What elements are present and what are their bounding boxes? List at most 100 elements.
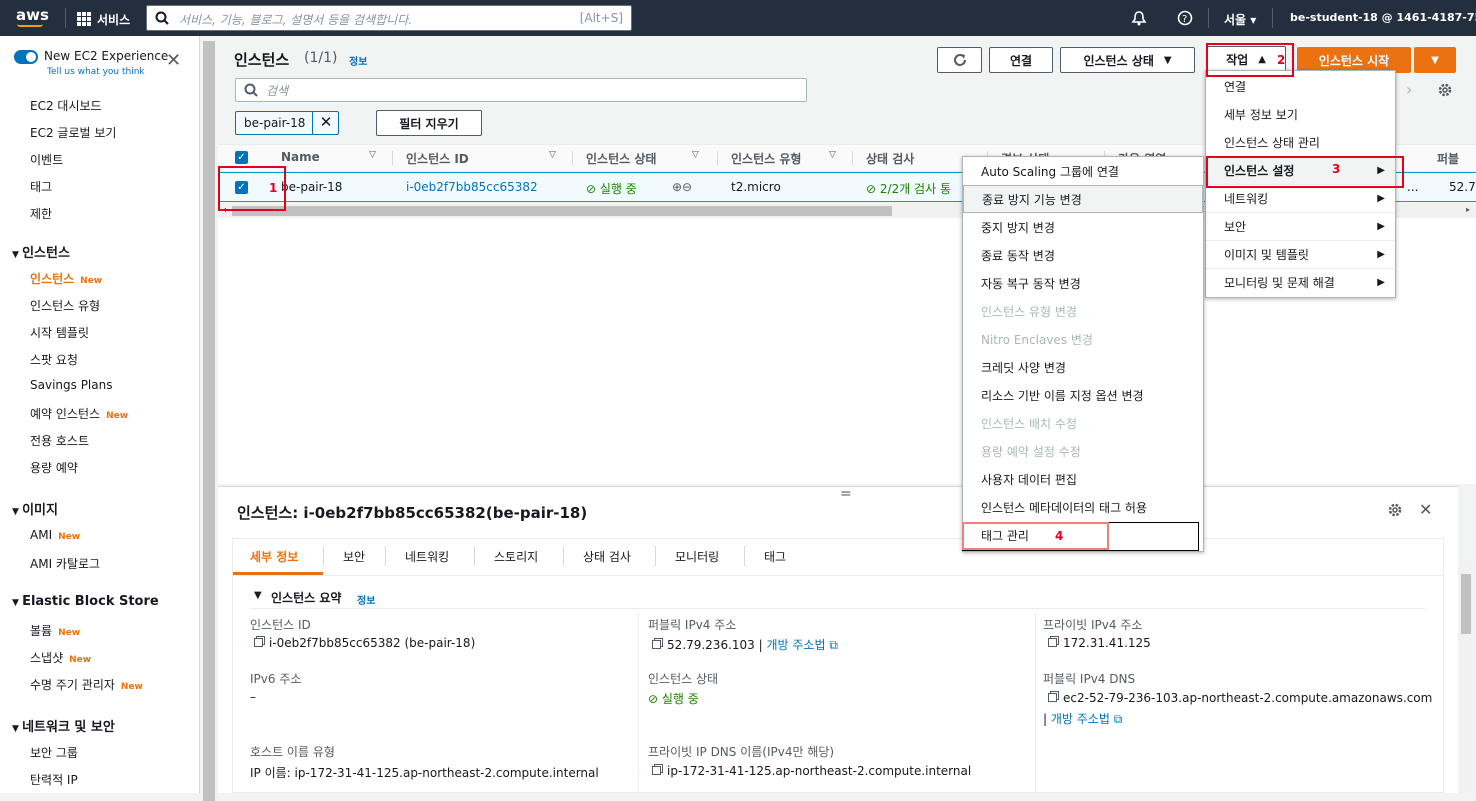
sidebar-item-1[interactable]: EC2 글로벌 보기: [30, 124, 116, 141]
row-instance-id-link[interactable]: i-0eb2f7bb85cc65382: [406, 180, 538, 194]
actions-menu-item-2[interactable]: 인스턴스 상태 관리: [1206, 128, 1395, 156]
sort-icon[interactable]: ▽: [369, 150, 376, 160]
sidebar-item-4[interactable]: 제한: [30, 205, 52, 222]
connect-button[interactable]: 연결: [989, 47, 1053, 73]
open-address-link[interactable]: 개방 주소법: [766, 638, 825, 652]
copy-icon[interactable]: [652, 640, 661, 649]
copy-icon[interactable]: [1048, 693, 1057, 702]
sidebar-item-0[interactable]: EC2 대시보드: [30, 97, 102, 114]
tab-6[interactable]: 태그: [764, 548, 786, 565]
feedback-link[interactable]: Tell us what you think: [47, 67, 145, 77]
column-header-4[interactable]: 상태 검사: [866, 150, 914, 167]
account-menu[interactable]: be-student-18 @ 1461-4187-7526 ▾: [1290, 11, 1476, 24]
sidebar-item-3[interactable]: 태그: [30, 178, 52, 195]
sidebar-item-instances-1[interactable]: 인스턴스 유형: [30, 297, 100, 314]
sidebar-item-instances-7[interactable]: 용량 예약: [30, 459, 78, 476]
info-link[interactable]: 정보: [349, 53, 367, 68]
sidebar-item-instances-3[interactable]: 스팟 요청: [30, 351, 78, 368]
details-close-icon[interactable]: ✕: [1419, 500, 1432, 519]
column-header-3[interactable]: 인스턴스 유형: [731, 150, 801, 167]
sidebar-item-ebs-1-label: 스냅샷: [30, 651, 64, 665]
clear-filters-button[interactable]: 필터 지우기: [376, 110, 482, 136]
settings-menu-item-7[interactable]: 크레딧 사양 변경: [963, 353, 1203, 381]
details-settings-icon[interactable]: [1387, 502, 1403, 518]
settings-menu-item-11[interactable]: 사용자 데이터 편집: [963, 465, 1203, 493]
sidebar-section-network[interactable]: ▼ 네트워크 및 보안: [12, 716, 115, 735]
caret-down-icon[interactable]: ▼: [254, 590, 262, 601]
summary-info-link[interactable]: 정보: [357, 592, 375, 607]
copy-icon[interactable]: [254, 638, 263, 647]
copy-icon[interactable]: [1048, 638, 1057, 647]
actions-menu-item-5[interactable]: 보안 ▶: [1206, 212, 1395, 240]
new-experience-toggle[interactable]: [14, 50, 38, 64]
sidebar-item-network-0[interactable]: 보안 그룹: [30, 744, 78, 761]
refresh-button[interactable]: [937, 47, 982, 73]
actions-menu-item-6[interactable]: 이미지 및 템플릿 ▶: [1206, 240, 1395, 268]
page-scrollbar-track[interactable]: [1459, 560, 1473, 793]
sidebar-section-instances[interactable]: ▼ 인스턴스: [12, 242, 70, 261]
grid-icon[interactable]: [77, 12, 91, 26]
sidebar-item-instances-6[interactable]: 전용 호스트: [30, 432, 89, 449]
sort-icon[interactable]: ▽: [549, 150, 556, 160]
help-icon[interactable]: ?: [1177, 10, 1193, 26]
zoom-icons[interactable]: ⊕⊖: [672, 180, 692, 194]
sidebar-item-instances-4[interactable]: Savings Plans: [30, 378, 112, 392]
sidebar-item-ebs-0[interactable]: 볼륨 New: [30, 622, 80, 639]
settings-menu-item-12[interactable]: 인스턴스 메타데이터의 태그 허용: [963, 493, 1203, 521]
global-search-input[interactable]: 서비스, 기능, 블로그, 설명서 등을 검색합니다. [Alt+S]: [146, 5, 632, 31]
sidebar-item-images-0[interactable]: AMI New: [30, 528, 80, 542]
region-selector[interactable]: 서울 ▾: [1224, 11, 1256, 28]
settings-menu-item-0[interactable]: Auto Scaling 그룹에 연결: [963, 157, 1203, 185]
aws-logo[interactable]: aws: [16, 6, 49, 24]
launch-dropdown-button[interactable]: ▼: [1414, 47, 1456, 73]
sort-icon[interactable]: ▽: [692, 150, 699, 160]
page-scrollbar-thumb[interactable]: [1461, 574, 1471, 634]
actions-menu-item-label: 세부 정보 보기: [1224, 107, 1298, 122]
instance-state-button[interactable]: 인스턴스 상태 ▼: [1060, 47, 1195, 73]
tab-1[interactable]: 보안: [343, 548, 365, 565]
tab-2[interactable]: 네트워킹: [405, 548, 449, 565]
tab-5[interactable]: 모니터링: [675, 548, 719, 565]
actions-menu-item-1[interactable]: 세부 정보 보기: [1206, 100, 1395, 128]
tab-4[interactable]: 상태 검사: [583, 548, 631, 565]
bell-icon[interactable]: [1131, 10, 1147, 26]
remove-filter-icon[interactable]: ✕: [312, 111, 339, 135]
resize-handle-icon[interactable]: =: [840, 486, 852, 502]
settings-gear-icon[interactable]: [1437, 82, 1453, 98]
column-header-0[interactable]: Name: [281, 150, 320, 164]
settings-menu-item-4[interactable]: 자동 복구 동작 변경: [963, 269, 1203, 297]
sidebar-item-images-1[interactable]: AMI 카탈로그: [30, 555, 100, 572]
settings-menu-item-3[interactable]: 종료 동작 변경: [963, 241, 1203, 269]
sidebar-item-instances-2[interactable]: 시작 템플릿: [30, 324, 89, 341]
open-address-link[interactable]: 개방 주소법: [1051, 712, 1110, 726]
actions-menu-item-4[interactable]: 네트워킹 ▶: [1206, 184, 1395, 212]
services-menu[interactable]: 서비스: [97, 11, 130, 28]
settings-menu-item-2[interactable]: 중지 방지 변경: [963, 213, 1203, 241]
filter-search-input[interactable]: 검색: [235, 78, 807, 102]
actions-menu-item-7[interactable]: 모니터링 및 문제 해결 ▶: [1206, 268, 1395, 296]
sidebar-section-ebs[interactable]: ▼ Elastic Block Store: [12, 594, 159, 609]
sort-icon[interactable]: ▽: [829, 150, 836, 160]
settings-menu-item-label: Auto Scaling 그룹에 연결: [981, 164, 1119, 179]
sidebar-item-instances-0[interactable]: 인스턴스 New: [30, 270, 102, 287]
table-hscroll-thumb[interactable]: [232, 206, 892, 216]
scroll-right-icon[interactable]: ▸: [1466, 205, 1470, 214]
copy-icon[interactable]: [652, 766, 661, 775]
column-header-2[interactable]: 인스턴스 상태: [586, 150, 656, 167]
settings-menu-item-1[interactable]: 종료 방지 기능 변경: [963, 185, 1203, 213]
column-header-7[interactable]: 퍼블: [1437, 150, 1459, 167]
sidebar-item-ebs-1[interactable]: 스냅샷 New: [30, 649, 91, 666]
tab-3[interactable]: 스토리지: [494, 548, 538, 565]
close-icon[interactable]: ✕: [166, 50, 181, 71]
sidebar-scrollbar[interactable]: [203, 41, 215, 801]
sidebar-item-ebs-2[interactable]: 수명 주기 관리자 New: [30, 676, 143, 693]
sidebar-item-instances-5[interactable]: 예약 인스턴스 New: [30, 405, 128, 422]
sidebar-item-2[interactable]: 이벤트: [30, 151, 63, 168]
select-all-checkbox[interactable]: ✓: [235, 151, 248, 164]
sidebar-section-images[interactable]: ▼ 이미지: [12, 499, 58, 518]
settings-menu-item-8[interactable]: 리소스 기반 이름 지정 옵션 변경: [963, 381, 1203, 409]
column-header-1[interactable]: 인스턴스 ID: [406, 150, 469, 167]
tab-0[interactable]: 세부 정보: [250, 548, 298, 565]
sidebar-item-network-1[interactable]: 탄력적 IP: [30, 771, 78, 788]
next-page-icon[interactable]: ›: [1406, 80, 1412, 99]
